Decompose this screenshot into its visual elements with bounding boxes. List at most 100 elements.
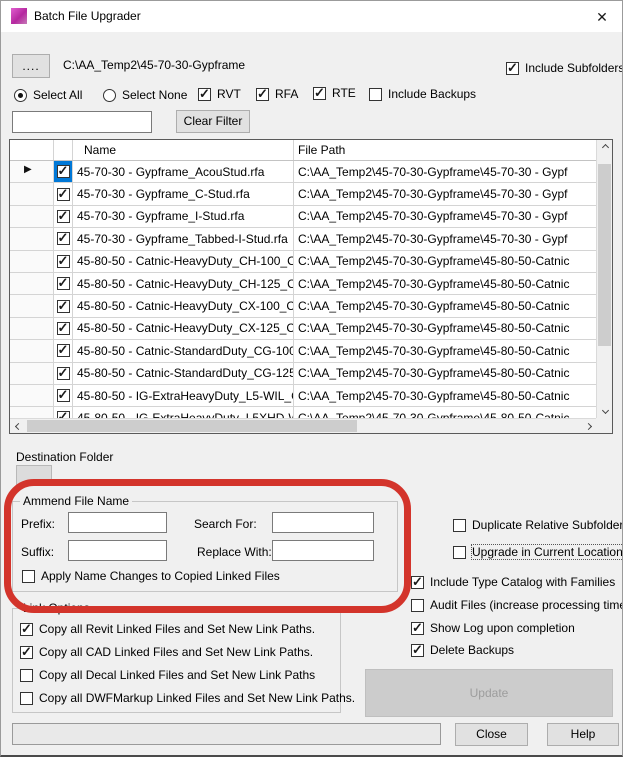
table-row[interactable]: 45-80-50 - IG-ExtraHeavyDuty_L5XHD-WIL_C… — [10, 407, 596, 418]
file-path-cell[interactable]: C:\AA_Temp2\45-70-30-Gypframe\45-80-50-C… — [294, 273, 596, 294]
row-header-cell[interactable] — [10, 273, 54, 294]
copy-dwfmarkup-links-checkbox[interactable] — [20, 692, 33, 705]
row-header-cell[interactable] — [10, 363, 54, 384]
file-path-cell[interactable]: C:\AA_Temp2\45-70-30-Gypframe\45-70-30 -… — [294, 206, 596, 227]
row-header-cell[interactable] — [10, 340, 54, 361]
file-name-cell[interactable]: 45-80-50 - Catnic-HeavyDuty_CH-125_Cavit… — [73, 273, 294, 294]
select-none-option[interactable]: Select None — [103, 88, 187, 102]
file-name-cell[interactable]: 45-70-30 - Gypframe_AcouStud.rfa — [73, 161, 294, 182]
copy-revit-links-option[interactable]: Copy all Revit Linked Files and Set New … — [20, 622, 315, 636]
suffix-input[interactable] — [68, 540, 167, 561]
row-header-cell[interactable]: ▶ — [10, 161, 54, 182]
prefix-input[interactable] — [68, 512, 167, 533]
horizontal-scroll-thumb[interactable] — [27, 420, 357, 432]
clear-filter-button[interactable]: Clear Filter — [176, 110, 250, 133]
row-checkbox[interactable] — [57, 210, 70, 223]
copy-dwfmarkup-links-option[interactable]: Copy all DWFMarkup Linked Files and Set … — [20, 691, 355, 705]
close-icon[interactable]: ✕ — [592, 7, 612, 27]
row-header-cell[interactable] — [10, 183, 54, 204]
row-header-cell[interactable] — [10, 251, 54, 272]
row-header-cell[interactable] — [10, 295, 54, 316]
file-path-cell[interactable]: C:\AA_Temp2\45-70-30-Gypframe\45-80-50-C… — [294, 385, 596, 406]
delete-backups-checkbox[interactable] — [411, 644, 424, 657]
file-name-cell[interactable]: 45-80-50 - Catnic-HeavyDuty_CX-100_Cavit… — [73, 295, 294, 316]
horizontal-scrollbar[interactable] — [10, 418, 596, 433]
rfa-option[interactable]: RFA — [256, 87, 298, 101]
row-header-cell[interactable] — [10, 318, 54, 339]
row-header-cell[interactable] — [10, 407, 54, 418]
file-path-cell[interactable]: C:\AA_Temp2\45-70-30-Gypframe\45-80-50-C… — [294, 295, 596, 316]
select-all-radio[interactable] — [14, 89, 27, 102]
row-checkbox-cell[interactable] — [54, 228, 73, 249]
apply-name-changes-option[interactable]: Apply Name Changes to Copied Linked File… — [22, 569, 280, 583]
row-header-cell[interactable] — [10, 385, 54, 406]
row-checkbox-cell[interactable] — [54, 318, 73, 339]
row-checkbox[interactable] — [57, 165, 70, 178]
rfa-checkbox[interactable] — [256, 88, 269, 101]
grid-header-path[interactable]: File Path — [294, 140, 596, 160]
rte-option[interactable]: RTE — [313, 86, 356, 100]
include-type-catalog-checkbox[interactable] — [411, 576, 424, 589]
row-header-cell[interactable] — [10, 206, 54, 227]
vertical-scroll-thumb[interactable] — [598, 164, 611, 346]
include-type-catalog-option[interactable]: Include Type Catalog with Families — [411, 575, 615, 589]
file-path-cell[interactable]: C:\AA_Temp2\45-70-30-Gypframe\45-70-30 -… — [294, 161, 596, 182]
apply-name-changes-checkbox[interactable] — [22, 570, 35, 583]
include-backups-checkbox[interactable] — [369, 88, 382, 101]
duplicate-subfolders-option[interactable]: Duplicate Relative Subfolders — [453, 518, 623, 532]
row-checkbox-cell[interactable] — [54, 161, 73, 182]
scroll-down-icon[interactable] — [597, 403, 613, 418]
table-row[interactable]: 45-80-50 - Catnic-HeavyDuty_CH-100_Cavit… — [10, 251, 596, 273]
upgrade-current-location-checkbox[interactable] — [453, 546, 466, 559]
row-checkbox-cell[interactable] — [54, 183, 73, 204]
select-none-radio[interactable] — [103, 89, 116, 102]
copy-cad-links-option[interactable]: Copy all CAD Linked Files and Set New Li… — [20, 645, 313, 659]
rte-checkbox[interactable] — [313, 87, 326, 100]
row-checkbox-cell[interactable] — [54, 407, 73, 418]
table-row[interactable]: 45-80-50 - Catnic-HeavyDuty_CX-100_Cavit… — [10, 295, 596, 317]
include-subfolders-option[interactable]: Include Subfolders — [506, 61, 623, 75]
table-row[interactable]: 45-80-50 - Catnic-StandardDuty_CG-125_Ca… — [10, 363, 596, 385]
row-checkbox[interactable] — [57, 367, 70, 380]
file-name-cell[interactable]: 45-80-50 - Catnic-HeavyDuty_CX-125_Cavit… — [73, 318, 294, 339]
audit-files-option[interactable]: Audit Files (increase processing time) — [411, 598, 623, 612]
scroll-left-icon[interactable] — [10, 419, 26, 434]
row-checkbox[interactable] — [57, 344, 70, 357]
update-button[interactable]: Update — [365, 669, 613, 717]
table-row[interactable]: 45-70-30 - Gypframe_I-Stud.rfaC:\AA_Temp… — [10, 206, 596, 228]
scroll-right-icon[interactable] — [580, 419, 596, 434]
duplicate-subfolders-checkbox[interactable] — [453, 519, 466, 532]
upgrade-current-location-option[interactable]: Upgrade in Current Location — [453, 545, 623, 559]
file-name-cell[interactable]: 45-80-50 - IG-ExtraHeavyDuty_L5XHD-WIL_C… — [73, 407, 294, 418]
copy-decal-links-checkbox[interactable] — [20, 669, 33, 682]
filter-input[interactable] — [12, 111, 152, 133]
file-name-cell[interactable]: 45-80-50 - Catnic-StandardDuty_CG-125_Ca… — [73, 363, 294, 384]
row-checkbox-cell[interactable] — [54, 340, 73, 361]
grid-header-name[interactable]: Name — [73, 140, 294, 160]
replace-with-input[interactable] — [272, 540, 374, 561]
file-name-cell[interactable]: 45-70-30 - Gypframe_Tabbed-I-Stud.rfa — [73, 228, 294, 249]
copy-revit-links-checkbox[interactable] — [20, 623, 33, 636]
table-row[interactable]: 45-80-50 - Catnic-HeavyDuty_CX-125_Cavit… — [10, 318, 596, 340]
row-checkbox[interactable] — [57, 188, 70, 201]
destination-browse-button[interactable] — [16, 465, 52, 485]
table-row[interactable]: 45-80-50 - Catnic-StandardDuty_CG-100_Ca… — [10, 340, 596, 362]
file-path-cell[interactable]: C:\AA_Temp2\45-70-30-Gypframe\45-80-50-C… — [294, 318, 596, 339]
show-log-checkbox[interactable] — [411, 622, 424, 635]
row-checkbox-cell[interactable] — [54, 363, 73, 384]
audit-files-checkbox[interactable] — [411, 599, 424, 612]
include-subfolders-checkbox[interactable] — [506, 62, 519, 75]
show-log-option[interactable]: Show Log upon completion — [411, 621, 575, 635]
select-all-option[interactable]: Select All — [14, 88, 82, 102]
table-row[interactable]: 45-70-30 - Gypframe_C-Stud.rfaC:\AA_Temp… — [10, 183, 596, 205]
include-backups-option[interactable]: Include Backups — [369, 87, 476, 101]
file-path-cell[interactable]: C:\AA_Temp2\45-70-30-Gypframe\45-70-30 -… — [294, 228, 596, 249]
row-checkbox-cell[interactable] — [54, 295, 73, 316]
table-row[interactable]: ▶ 45-70-30 - Gypframe_AcouStud.rfaC:\AA_T… — [10, 161, 596, 183]
row-header-cell[interactable] — [10, 228, 54, 249]
row-checkbox[interactable] — [57, 389, 70, 402]
table-row[interactable]: 45-80-50 - IG-ExtraHeavyDuty_L5-WIL_Cavi… — [10, 385, 596, 407]
rvt-option[interactable]: RVT — [198, 87, 241, 101]
file-name-cell[interactable]: 45-70-30 - Gypframe_I-Stud.rfa — [73, 206, 294, 227]
row-checkbox-cell[interactable] — [54, 273, 73, 294]
